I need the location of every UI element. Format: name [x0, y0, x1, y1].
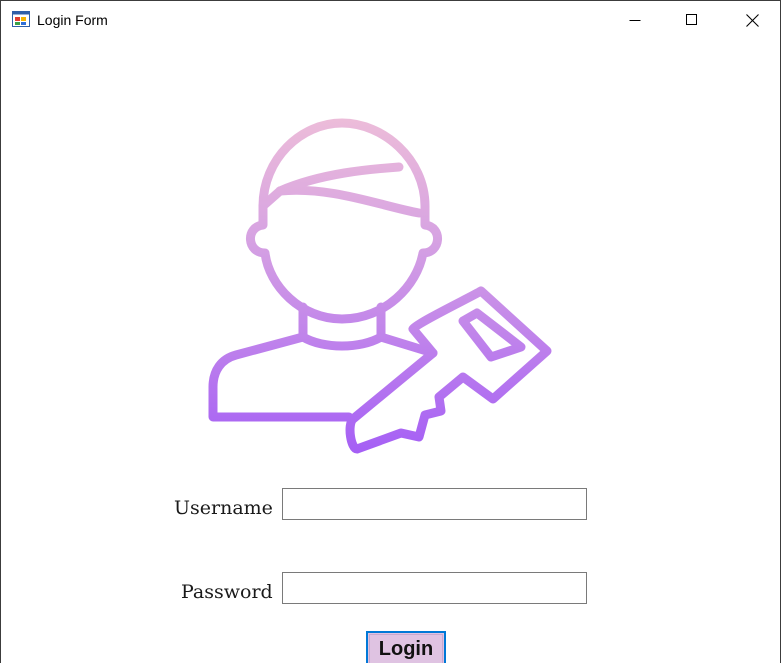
- close-icon: [745, 13, 759, 27]
- minimize-icon: [629, 20, 641, 21]
- title-bar[interactable]: Login Form: [1, 1, 780, 39]
- maximize-icon: [686, 14, 697, 25]
- user-key-icon: [208, 118, 552, 454]
- minimize-button[interactable]: [612, 1, 658, 39]
- username-input[interactable]: [282, 488, 587, 520]
- app-icon: [12, 11, 30, 27]
- window-title: Login Form: [37, 12, 108, 28]
- maximize-button[interactable]: [669, 1, 715, 39]
- password-label: Password: [181, 581, 273, 603]
- login-form-window: Login Form Username Password Login: [0, 0, 781, 663]
- login-button[interactable]: Login: [366, 631, 446, 663]
- username-label: Username: [174, 497, 273, 519]
- password-input[interactable]: [282, 572, 587, 604]
- close-button[interactable]: [729, 1, 775, 39]
